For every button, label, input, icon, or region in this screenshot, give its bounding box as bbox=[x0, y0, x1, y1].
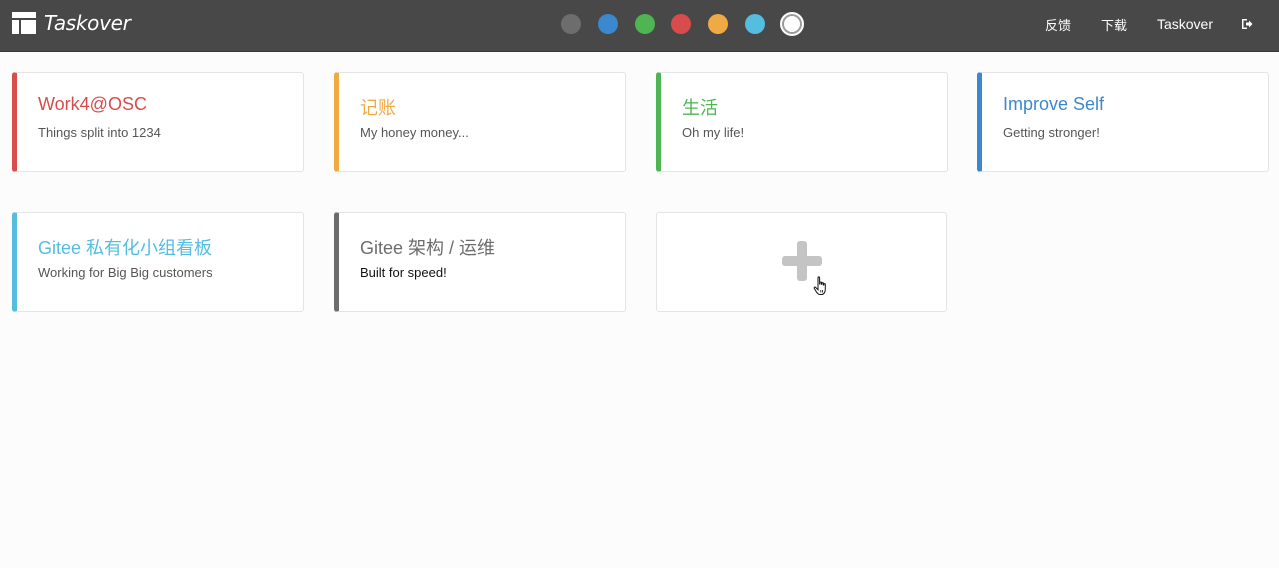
board-card[interactable]: 生活 Oh my life! bbox=[656, 72, 948, 172]
board-title: 记账 bbox=[360, 98, 396, 118]
download-link[interactable]: 下载 bbox=[1101, 15, 1127, 34]
board-card[interactable]: Improve Self Getting stronger! bbox=[977, 72, 1269, 172]
user-menu[interactable]: Taskover bbox=[1157, 16, 1213, 32]
board-description: Built for speed! bbox=[360, 265, 447, 280]
theme-swatch-cyan[interactable] bbox=[744, 14, 765, 34]
add-board-button[interactable] bbox=[656, 212, 947, 312]
board-card[interactable]: 记账 My honey money... bbox=[334, 72, 626, 172]
brand-name: Taskover bbox=[44, 11, 131, 35]
board-card[interactable]: Work4@OSC Things split into 1234 bbox=[12, 72, 304, 172]
theme-swatch-orange[interactable] bbox=[708, 14, 729, 34]
board-description: My honey money... bbox=[360, 125, 469, 140]
hand-pointer-icon bbox=[813, 276, 826, 295]
board-title: 生活 bbox=[682, 98, 718, 118]
board-card[interactable]: Gitee 架构 / 运维 Built for speed! bbox=[334, 212, 626, 312]
board-title: Work4@OSC bbox=[38, 94, 147, 114]
board-description: Oh my life! bbox=[682, 125, 745, 140]
board-card[interactable]: Gitee 私有化小组看板 Working for Big Big custom… bbox=[12, 212, 304, 312]
plus-icon bbox=[782, 241, 822, 281]
theme-color-picker bbox=[561, 12, 804, 36]
board-description: Working for Big Big customers bbox=[38, 265, 213, 280]
brand-home-link[interactable]: Taskover bbox=[12, 11, 131, 35]
theme-swatch-blue[interactable] bbox=[597, 14, 618, 34]
theme-swatch-gray[interactable] bbox=[561, 14, 581, 34]
board-description: Getting stronger! bbox=[1003, 125, 1100, 140]
logout-icon[interactable] bbox=[1241, 18, 1253, 30]
nav-links: 反馈 下载 Taskover bbox=[1045, 0, 1279, 48]
board-title: Improve Self bbox=[1003, 94, 1105, 114]
board-description: Things split into 1234 bbox=[38, 125, 161, 140]
feedback-link[interactable]: 反馈 bbox=[1045, 15, 1071, 34]
board-title: Gitee 私有化小组看板 bbox=[38, 238, 213, 258]
top-navbar: Taskover 反馈 下载 Taskover bbox=[0, 0, 1279, 52]
board-title: Gitee 架构 / 运维 bbox=[360, 238, 496, 258]
theme-swatch-green[interactable] bbox=[634, 14, 655, 34]
theme-swatch-white[interactable] bbox=[779, 12, 804, 36]
board-layout-icon bbox=[12, 12, 36, 34]
theme-swatch-red[interactable] bbox=[671, 14, 692, 34]
